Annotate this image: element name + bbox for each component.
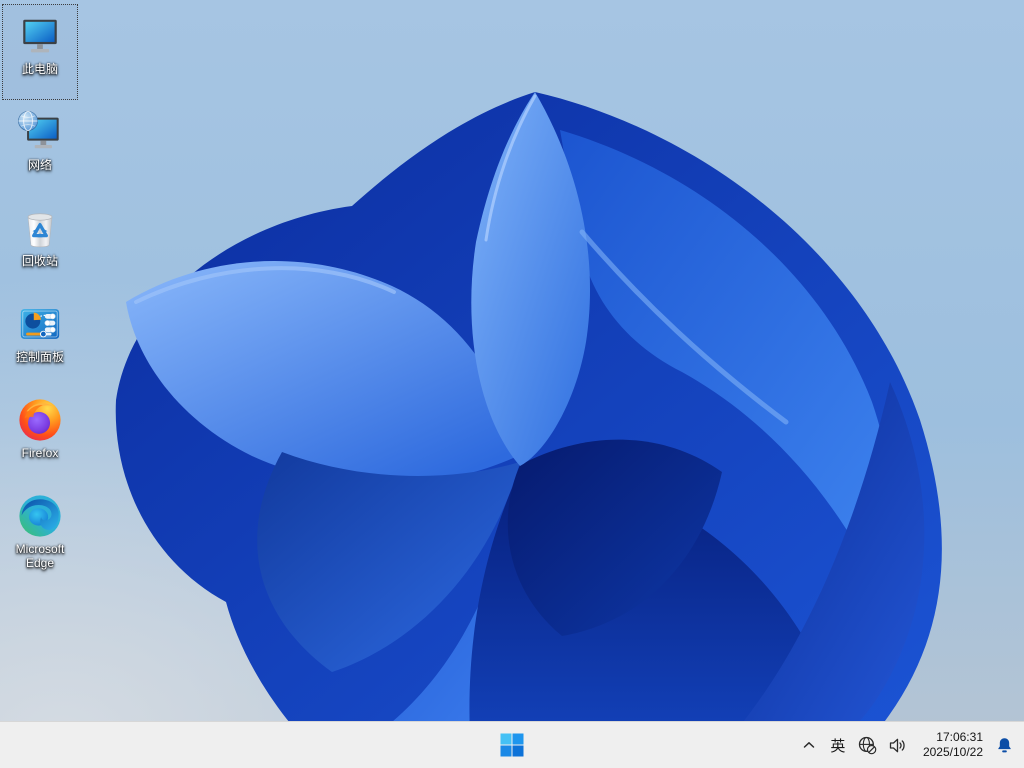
control-panel-icon — [20, 309, 60, 339]
desktop-icon-column: 此电脑 网络 回收站 控制面板 Firefox Microsoft Edge — [2, 4, 78, 596]
system-tray: 英 17:06:31 2025/10/22 — [795, 722, 1018, 768]
wallpaper-bloom — [0, 0, 1024, 768]
desktop-icon-label: Firefox — [21, 446, 59, 460]
volume-button[interactable] — [883, 725, 915, 765]
recycle-bin-icon — [27, 213, 53, 248]
desktop-icon-label: 控制面板 — [15, 350, 64, 364]
firefox-icon — [19, 399, 61, 441]
network-icon — [18, 110, 59, 149]
desktop-icon-label: 网络 — [27, 158, 52, 172]
chevron-up-icon — [803, 742, 815, 748]
ime-label: 英 — [830, 737, 846, 755]
taskbar: 英 17:06:31 2025/10/22 — [0, 721, 1024, 768]
desktop: 此电脑 网络 回收站 控制面板 Firefox Microsoft Edge 英… — [0, 0, 1024, 768]
start-button[interactable] — [492, 725, 532, 765]
edge-icon — [19, 495, 61, 537]
ime-indicator[interactable]: 英 — [823, 725, 853, 765]
tray-overflow-button[interactable] — [795, 725, 823, 765]
desktop-icon-label: Microsoft Edge — [15, 542, 65, 570]
desktop-icon-recycle-bin[interactable]: 回收站 — [2, 196, 78, 292]
desktop-icon-label: 此电脑 — [21, 62, 58, 76]
this-pc-icon — [23, 19, 57, 53]
speaker-icon — [890, 738, 906, 752]
clock-time: 17:06:31 — [936, 730, 983, 744]
desktop-icon-network[interactable]: 网络 — [2, 100, 78, 196]
desktop-icon-firefox[interactable]: Firefox — [2, 388, 78, 484]
windows-logo-icon — [500, 733, 524, 757]
notification-bell-icon — [997, 737, 1011, 752]
network-status-button[interactable] — [853, 725, 883, 765]
desktop-icon-label: 回收站 — [21, 254, 58, 268]
desktop-icon-control-panel[interactable]: 控制面板 — [2, 292, 78, 388]
clock[interactable]: 17:06:31 2025/10/22 — [923, 730, 983, 760]
desktop-icon-microsoft-edge[interactable]: Microsoft Edge — [2, 484, 78, 596]
notification-center-button[interactable] — [990, 725, 1018, 765]
network-offline-icon — [859, 736, 877, 754]
desktop-icon-this-pc[interactable]: 此电脑 — [2, 4, 78, 100]
clock-date: 2025/10/22 — [922, 745, 983, 759]
